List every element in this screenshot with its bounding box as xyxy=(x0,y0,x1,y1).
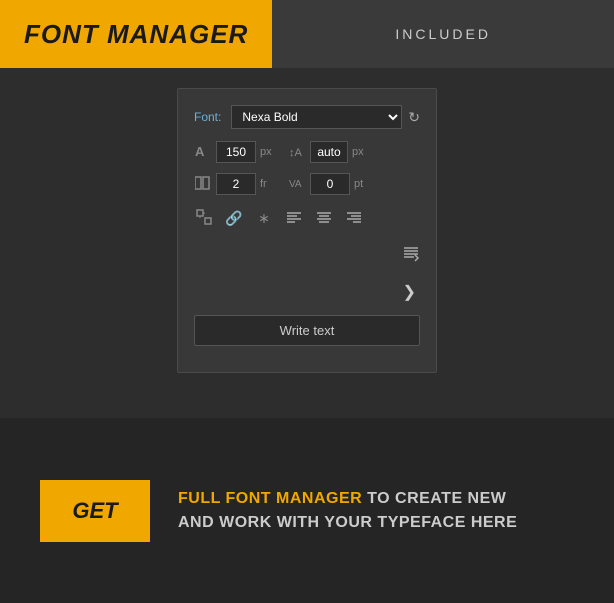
asterisk-icon[interactable]: ∗ xyxy=(254,210,274,227)
panel-area: Font: Nexa Bold ↻ A px xyxy=(0,68,614,393)
font-select-wrapper: Nexa Bold xyxy=(231,105,402,129)
col-tracking-row: fr VA pt xyxy=(194,173,420,195)
header-badge: INCLUDED xyxy=(272,0,614,68)
bottom-section: GET FULL FONT MANAGER TO CREATE NEWAND W… xyxy=(0,418,614,603)
link-icon[interactable]: 🔗 xyxy=(224,210,244,227)
font-label: Font: xyxy=(194,110,221,124)
main-container: FONT MANAGER INCLUDED Font: Nexa Bold ↻ xyxy=(0,0,614,603)
size-lineheight-row: A px ↕A px xyxy=(194,141,420,163)
font-size-input[interactable] xyxy=(216,141,256,163)
size-group: A px xyxy=(194,141,280,163)
align-right-icon[interactable] xyxy=(344,209,364,228)
tracking-unit: pt xyxy=(354,178,374,190)
size-unit: px xyxy=(260,146,280,158)
tracking-group: VA pt xyxy=(288,173,374,195)
font-manager-widget: Font: Nexa Bold ↻ A px xyxy=(177,88,437,373)
font-row: Font: Nexa Bold ↻ xyxy=(194,105,420,129)
align-left-icon[interactable] xyxy=(284,209,304,228)
font-select[interactable]: Nexa Bold xyxy=(231,105,402,129)
header-title-block: FONT MANAGER xyxy=(0,0,272,68)
refresh-button[interactable]: ↻ xyxy=(408,109,420,126)
description-highlight: FULL FONT MANAGER xyxy=(178,490,362,507)
text-direction-icon[interactable] xyxy=(402,244,420,267)
align-center-icon[interactable] xyxy=(314,209,334,228)
line-height-icon: ↕A xyxy=(288,143,306,162)
cursor-pointer: ❯ xyxy=(403,282,416,302)
transform-icon[interactable] xyxy=(194,209,214,228)
divider-row xyxy=(194,244,420,267)
lineheight-group: ↕A px xyxy=(288,141,372,163)
line-height-input[interactable] xyxy=(310,141,348,163)
write-text-button[interactable]: Write text xyxy=(194,315,420,346)
bottom-description: FULL FONT MANAGER TO CREATE NEWAND WORK … xyxy=(178,487,517,535)
tracking-icon: VA xyxy=(288,175,306,194)
columns-input[interactable] xyxy=(216,173,256,195)
header: FONT MANAGER INCLUDED xyxy=(0,0,614,68)
text-area-row: ❯ Write text xyxy=(194,277,420,346)
tracking-input[interactable] xyxy=(310,173,350,195)
toolbar-row: 🔗 ∗ xyxy=(194,205,420,232)
svg-text:A: A xyxy=(195,144,205,159)
col-group: fr xyxy=(194,173,280,195)
svg-text:VA: VA xyxy=(289,179,302,190)
included-badge: INCLUDED xyxy=(395,26,491,42)
app-title: FONT MANAGER xyxy=(24,19,248,50)
get-button[interactable]: GET xyxy=(40,480,150,542)
columns-icon xyxy=(194,175,212,194)
svg-text:↕A: ↕A xyxy=(289,147,303,159)
col-unit: fr xyxy=(260,178,280,190)
font-size-icon: A xyxy=(194,143,212,162)
lineheight-unit: px xyxy=(352,146,372,158)
